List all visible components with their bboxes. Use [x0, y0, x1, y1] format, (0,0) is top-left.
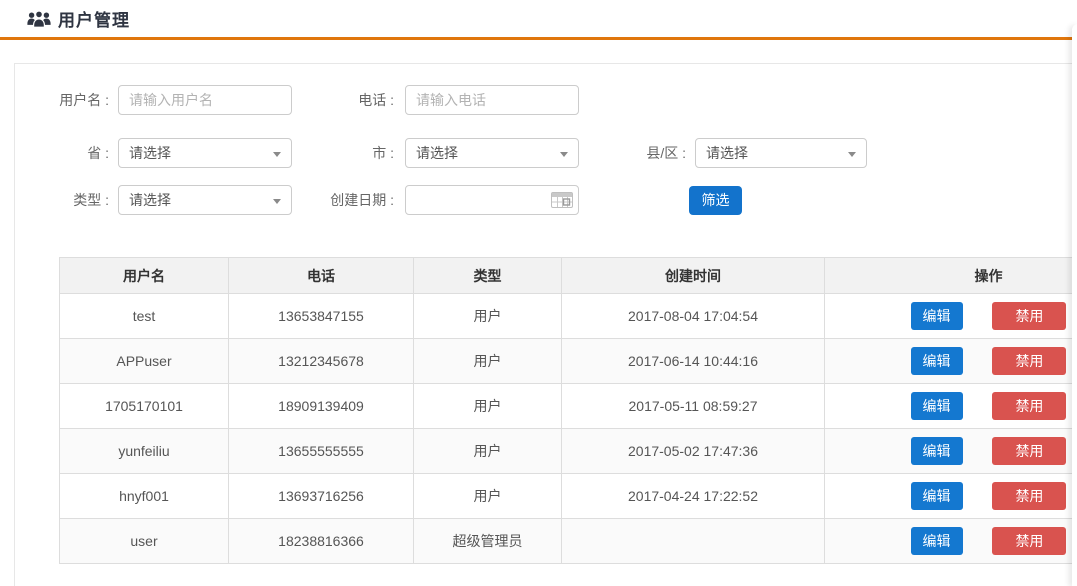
cell-username: 1705170101 — [60, 384, 229, 429]
table-row: APPuser 13212345678 用户 2017-06-14 10:44:… — [60, 339, 1077, 384]
district-label: 县/区 : — [579, 138, 686, 168]
cell-created — [562, 519, 825, 564]
filter-row-3: 类型 : 请选择 创建日期 : 筛选 — [15, 185, 1077, 215]
disable-button[interactable]: 禁用 — [992, 302, 1066, 330]
disable-button[interactable]: 禁用 — [992, 437, 1066, 465]
username-label: 用户名 : — [15, 85, 109, 115]
chevron-down-icon — [273, 152, 281, 157]
city-select-value: 请选择 — [416, 143, 458, 163]
edit-button[interactable]: 编辑 — [911, 347, 963, 375]
created-date-field — [405, 185, 579, 215]
district-select[interactable]: 请选择 — [695, 138, 867, 168]
chevron-down-icon — [848, 152, 856, 157]
province-select[interactable]: 请选择 — [118, 138, 292, 168]
cell-actions: 编辑 禁用 — [825, 519, 1077, 564]
table-row: 1705170101 18909139409 用户 2017-05-11 08:… — [60, 384, 1077, 429]
cell-username: user — [60, 519, 229, 564]
edit-button[interactable]: 编辑 — [911, 527, 963, 555]
header-type: 类型 — [414, 258, 562, 294]
type-label: 类型 : — [15, 185, 109, 215]
username-input[interactable] — [118, 85, 292, 115]
disable-button[interactable]: 禁用 — [992, 392, 1066, 420]
cell-type: 用户 — [414, 384, 562, 429]
cell-actions: 编辑 禁用 — [825, 294, 1077, 339]
cell-username: hnyf001 — [60, 474, 229, 519]
created-date-label: 创建日期 : — [292, 185, 394, 215]
province-select-value: 请选择 — [129, 143, 171, 163]
cell-created: 2017-05-11 08:59:27 — [562, 384, 825, 429]
cell-phone: 18238816366 — [229, 519, 414, 564]
cell-type: 用户 — [414, 429, 562, 474]
type-select-value: 请选择 — [129, 190, 171, 210]
cell-created: 2017-08-04 17:04:54 — [562, 294, 825, 339]
cell-created: 2017-04-24 17:22:52 — [562, 474, 825, 519]
cell-created: 2017-05-02 17:47:36 — [562, 429, 825, 474]
filter-row-1: 用户名 : 电话 : — [15, 85, 1077, 115]
cell-created: 2017-06-14 10:44:16 — [562, 339, 825, 384]
province-label: 省 : — [15, 138, 109, 168]
cell-phone: 13653847155 — [229, 294, 414, 339]
cell-type: 用户 — [414, 339, 562, 384]
cell-phone: 13693716256 — [229, 474, 414, 519]
table-row: test 13653847155 用户 2017-08-04 17:04:54 … — [60, 294, 1077, 339]
filter-submit-button[interactable]: 筛选 — [689, 186, 742, 215]
users-table: 用户名 电话 类型 创建时间 操作 test 13653847155 用户 20… — [59, 257, 1077, 564]
cell-actions: 编辑 禁用 — [825, 339, 1077, 384]
chevron-down-icon — [560, 152, 568, 157]
chevron-down-icon — [273, 199, 281, 204]
users-table-header: 用户名 电话 类型 创建时间 操作 — [60, 258, 1077, 294]
cell-phone: 18909139409 — [229, 384, 414, 429]
table-row: hnyf001 13693716256 用户 2017-04-24 17:22:… — [60, 474, 1077, 519]
cell-phone: 13655555555 — [229, 429, 414, 474]
cell-actions: 编辑 禁用 — [825, 384, 1077, 429]
disable-button[interactable]: 禁用 — [992, 347, 1066, 375]
cell-type: 用户 — [414, 474, 562, 519]
type-select[interactable]: 请选择 — [118, 185, 292, 215]
page-header: 用户管理 — [0, 0, 1077, 40]
city-label: 市 : — [292, 138, 394, 168]
page-title: 用户管理 — [58, 6, 130, 31]
header-actions: 操作 — [825, 258, 1077, 294]
header-created: 创建时间 — [562, 258, 825, 294]
users-table-wrap: 用户名 电话 类型 创建时间 操作 test 13653847155 用户 20… — [59, 257, 1077, 564]
table-row: user 18238816366 超级管理员 编辑 禁用 — [60, 519, 1077, 564]
cell-phone: 13212345678 — [229, 339, 414, 384]
phone-input[interactable] — [405, 85, 579, 115]
edit-button[interactable]: 编辑 — [911, 302, 963, 330]
filter-and-table-panel: 用户名 : 电话 : 省 : 请选择 市 : 请选择 县/区 : 请选择 类型 … — [14, 63, 1077, 586]
edit-button[interactable]: 编辑 — [911, 482, 963, 510]
table-row: yunfeiliu 13655555555 用户 2017-05-02 17:4… — [60, 429, 1077, 474]
cell-actions: 编辑 禁用 — [825, 474, 1077, 519]
header-phone: 电话 — [229, 258, 414, 294]
right-edge-panel — [1072, 24, 1077, 586]
phone-label: 电话 : — [292, 85, 394, 115]
cell-username: APPuser — [60, 339, 229, 384]
users-icon — [27, 9, 51, 28]
cell-actions: 编辑 禁用 — [825, 429, 1077, 474]
disable-button[interactable]: 禁用 — [992, 482, 1066, 510]
city-select[interactable]: 请选择 — [405, 138, 579, 168]
edit-button[interactable]: 编辑 — [911, 392, 963, 420]
cell-username: yunfeiliu — [60, 429, 229, 474]
header-username: 用户名 — [60, 258, 229, 294]
cell-type: 用户 — [414, 294, 562, 339]
calendar-icon[interactable] — [551, 192, 573, 208]
cell-username: test — [60, 294, 229, 339]
disable-button[interactable]: 禁用 — [992, 527, 1066, 555]
user-table-body: test 13653847155 用户 2017-08-04 17:04:54 … — [60, 294, 1077, 564]
district-select-value: 请选择 — [706, 143, 748, 163]
filter-row-2: 省 : 请选择 市 : 请选择 县/区 : 请选择 — [15, 138, 1077, 168]
cell-type: 超级管理员 — [414, 519, 562, 564]
edit-button[interactable]: 编辑 — [911, 437, 963, 465]
